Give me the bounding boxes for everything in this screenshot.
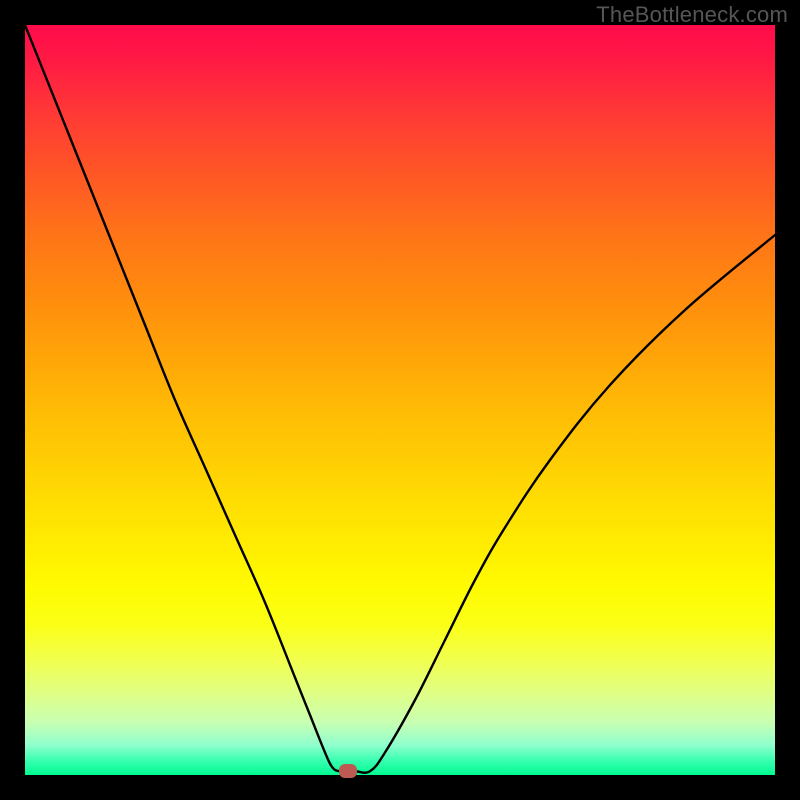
watermark-text: TheBottleneck.com: [596, 2, 788, 28]
plot-area: [25, 25, 775, 775]
optimal-point-marker: [339, 764, 357, 778]
bottleneck-curve: [25, 25, 775, 773]
curve-svg: [25, 25, 775, 775]
chart-container: TheBottleneck.com: [0, 0, 800, 800]
